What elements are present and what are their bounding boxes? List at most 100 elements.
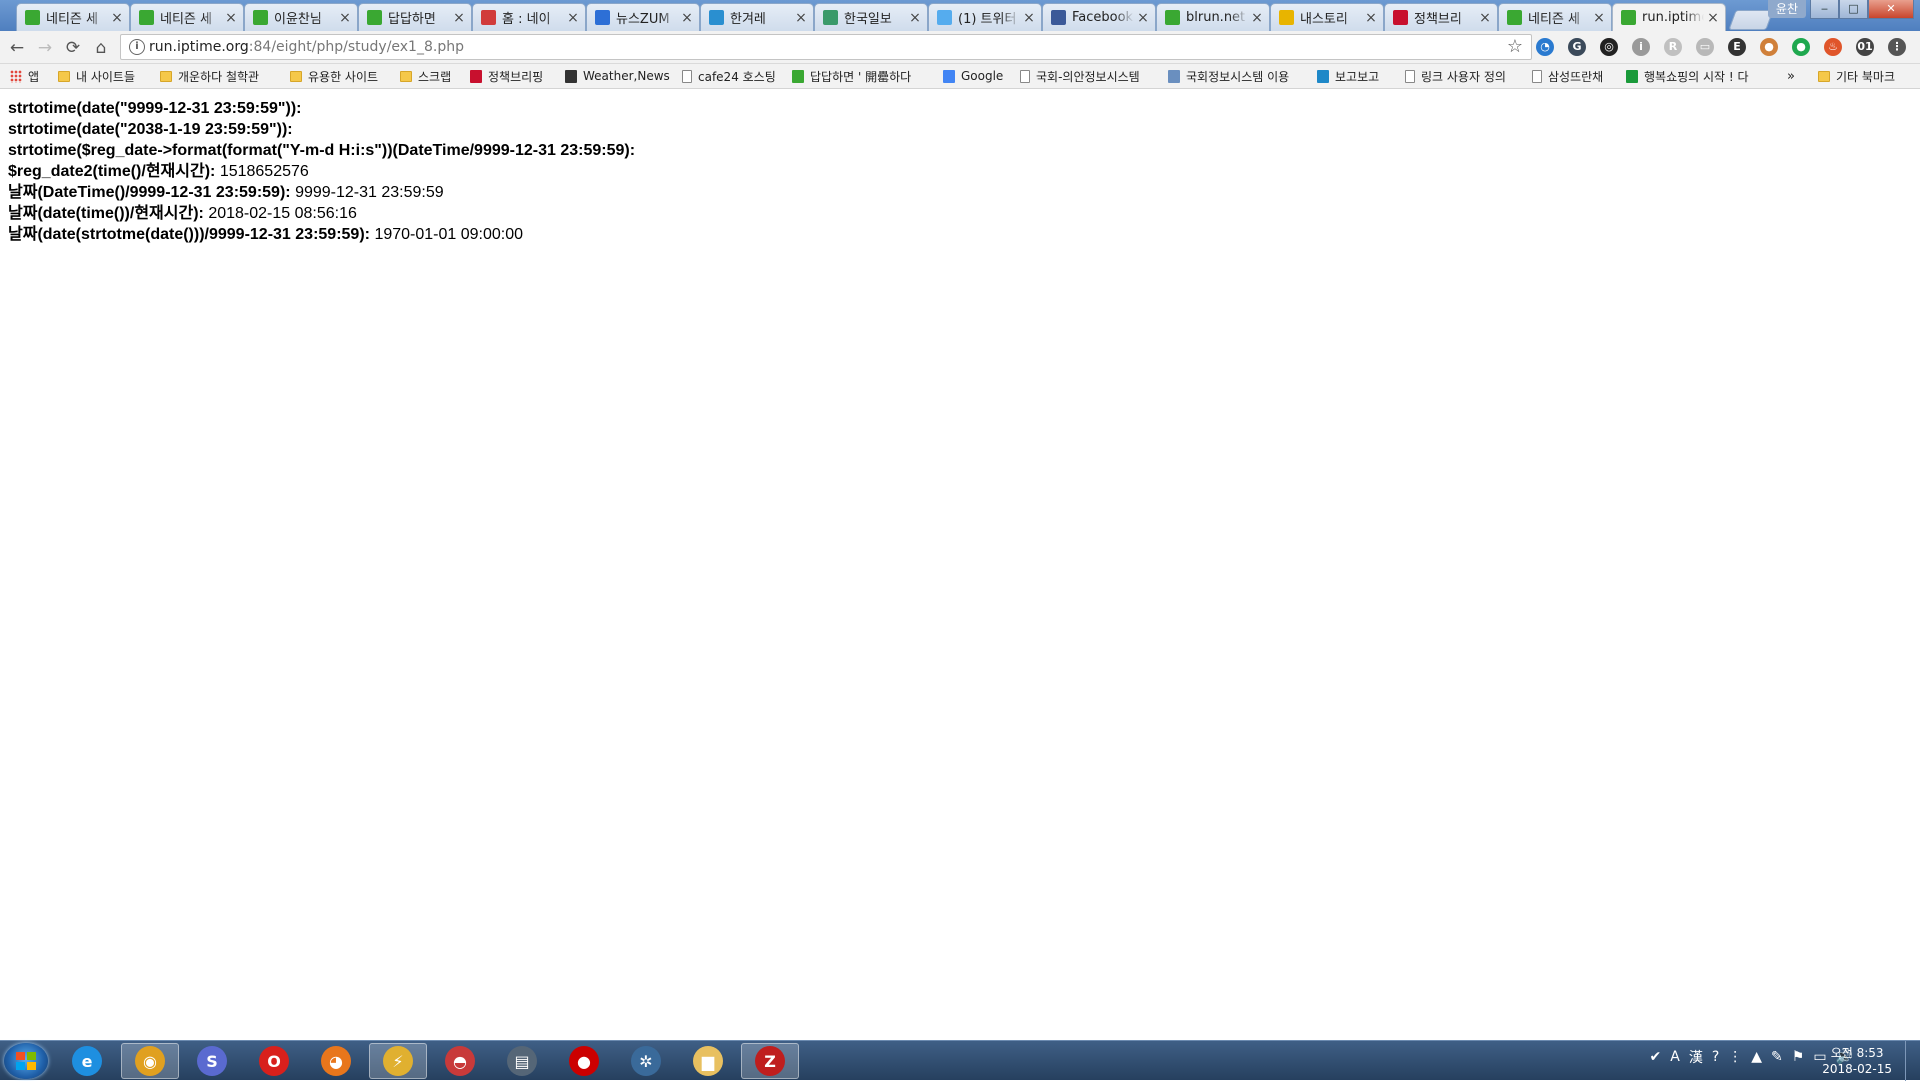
tab-10[interactable]: blrun.net × xyxy=(1156,3,1270,31)
evernote-icon[interactable]: E xyxy=(1728,38,1746,56)
bookmark-0[interactable]: 앱 xyxy=(10,68,39,84)
glasses-icon[interactable]: ◎ xyxy=(1600,38,1618,56)
tray-icon-0[interactable]: ✔ xyxy=(1650,1049,1662,1065)
bookmark-11[interactable]: 국회정보시스템 이용 xyxy=(1168,68,1289,84)
bookmark-8[interactable]: 답답하면 ' 開罍하다 xyxy=(792,68,911,84)
taskbar-app-0[interactable]: e xyxy=(58,1043,116,1079)
tab-9[interactable]: Facebook × xyxy=(1042,3,1156,31)
clock[interactable]: 오전 8:53 2018-02-15 xyxy=(1822,1045,1892,1077)
tab-close-icon[interactable]: × xyxy=(567,10,579,26)
bookmark-15[interactable]: 행복쇼핑의 시작 ! 다 xyxy=(1626,68,1749,84)
address-bar[interactable]: i run.iptime.org:84/eight/php/study/ex1_… xyxy=(120,34,1532,60)
taskbar-app-6[interactable]: ◓ xyxy=(431,1043,489,1079)
taskbar-app-4[interactable]: ◕ xyxy=(307,1043,365,1079)
tray-icon-3[interactable]: ? xyxy=(1712,1049,1719,1065)
tab-3[interactable]: 답답하면 × xyxy=(358,3,472,31)
tab-close-icon[interactable]: × xyxy=(339,10,351,26)
start-button[interactable] xyxy=(4,1043,48,1079)
tab-14[interactable]: run.iptime × xyxy=(1612,3,1726,31)
reload-button[interactable]: ⟳ xyxy=(62,37,84,59)
orange-ext-icon[interactable]: ♨ xyxy=(1824,38,1842,56)
bookmark-1[interactable]: 내 사이트들 xyxy=(58,68,135,84)
taskbar-app-7[interactable]: ▤ xyxy=(493,1043,551,1079)
back-button[interactable]: ← xyxy=(6,37,28,59)
taskbar-app-2[interactable]: S xyxy=(183,1043,241,1079)
tab-01-icon[interactable]: 01 xyxy=(1856,38,1874,56)
taskbar-app-8[interactable]: ● xyxy=(555,1043,613,1079)
close-window-button[interactable]: ✕ xyxy=(1868,0,1914,19)
bookmark-9[interactable]: Google xyxy=(943,68,1003,84)
tab-8[interactable]: (1) 트위터 × xyxy=(928,3,1042,31)
bookmark-14[interactable]: 삼성뜨란채 xyxy=(1532,68,1603,84)
tab-close-icon[interactable]: × xyxy=(225,10,237,26)
tray-icon-2[interactable]: 漢 xyxy=(1689,1047,1703,1067)
tab-close-icon[interactable]: × xyxy=(1479,10,1491,26)
show-desktop-button[interactable] xyxy=(1905,1041,1920,1081)
tray-icon-4[interactable]: ⋮ xyxy=(1728,1049,1742,1065)
taskbar-app-1[interactable]: ◉ xyxy=(121,1043,179,1079)
green-dot-icon[interactable]: ● xyxy=(1792,38,1810,56)
speed-dial-icon[interactable]: ◔ xyxy=(1536,38,1554,56)
tab-close-icon[interactable]: × xyxy=(453,10,465,26)
taskbar-app-10[interactable]: ▆ xyxy=(679,1043,737,1079)
cookie-icon[interactable]: ● xyxy=(1760,38,1778,56)
tab-6[interactable]: 한겨레 × xyxy=(700,3,814,31)
other-bookmarks-folder[interactable]: 기타 북마크 xyxy=(1818,68,1895,84)
bookmark-3[interactable]: 유용한 사이트 xyxy=(290,68,378,84)
bookmark-6[interactable]: Weather,News xyxy=(565,68,670,84)
tab-close-icon[interactable]: × xyxy=(1707,10,1719,26)
tab-close-icon[interactable]: × xyxy=(681,10,693,26)
taskbar-app-9[interactable]: ✲ xyxy=(617,1043,675,1079)
tray-icon-7[interactable]: ⚑ xyxy=(1792,1049,1805,1065)
tab-12[interactable]: 정책브리 × xyxy=(1384,3,1498,31)
tab-2[interactable]: 이윤찬님 × xyxy=(244,3,358,31)
pokeball-icon: ◓ xyxy=(445,1046,475,1076)
tab-close-icon[interactable]: × xyxy=(795,10,807,26)
forward-button[interactable]: → xyxy=(34,37,56,59)
tab-0[interactable]: 네티즌 세 × xyxy=(16,3,130,31)
tab-5[interactable]: 뉴스ZUM × xyxy=(586,3,700,31)
tab-4[interactable]: 홈 : 네이 × xyxy=(472,3,586,31)
home-button[interactable]: ⌂ xyxy=(90,37,112,59)
site-favicon-icon xyxy=(1626,69,1638,83)
tab-close-icon[interactable]: × xyxy=(1365,10,1377,26)
ghostery-icon[interactable]: G xyxy=(1568,38,1586,56)
bookmark-7[interactable]: cafe24 호스팅 xyxy=(682,68,776,84)
bookmark-4[interactable]: 스크랩 xyxy=(400,68,451,84)
bookmark-label: 국회정보시스템 이용 xyxy=(1186,69,1290,84)
new-tab-button[interactable] xyxy=(1728,10,1774,30)
bookmark-star-icon[interactable]: ☆ xyxy=(1507,36,1523,57)
minimize-button[interactable]: ‒ xyxy=(1810,0,1839,19)
profile-button[interactable]: 윤찬 xyxy=(1767,0,1806,18)
bookmark-12[interactable]: 보고보고 xyxy=(1317,68,1379,84)
info-icon[interactable]: i xyxy=(1632,38,1650,56)
bookmarks-overflow-button[interactable]: » xyxy=(1787,68,1795,84)
tab-title: 한국일보 xyxy=(844,12,892,27)
menu-icon[interactable]: ⋮ xyxy=(1888,38,1906,56)
bookmark-5[interactable]: 정책브리핑 xyxy=(470,68,543,84)
tab-close-icon[interactable]: × xyxy=(1137,10,1149,26)
tab-close-icon[interactable]: × xyxy=(1251,10,1263,26)
gray-ext-icon[interactable]: ▭ xyxy=(1696,38,1714,56)
rss-icon[interactable]: R xyxy=(1664,38,1682,56)
bookmark-13[interactable]: 링크 사용자 정의 xyxy=(1405,68,1506,84)
tray-icon-5[interactable]: ▲ xyxy=(1751,1049,1762,1065)
tray-icon-1[interactable]: A xyxy=(1670,1049,1680,1065)
tab-13[interactable]: 네티즌 세 × xyxy=(1498,3,1612,31)
tab-close-icon[interactable]: × xyxy=(1023,10,1035,26)
maximize-button[interactable]: □ xyxy=(1839,0,1868,19)
url-text[interactable]: run.iptime.org:84/eight/php/study/ex1_8.… xyxy=(149,39,464,55)
taskbar-app-11[interactable]: Z xyxy=(741,1043,799,1079)
tab-close-icon[interactable]: × xyxy=(111,10,123,26)
tab-11[interactable]: 내스토리 × xyxy=(1270,3,1384,31)
bookmark-2[interactable]: 개운하다 철학관 xyxy=(160,68,259,84)
tab-1[interactable]: 네티즌 세 × xyxy=(130,3,244,31)
bookmark-10[interactable]: 국회-의안정보시스템 xyxy=(1020,68,1140,84)
taskbar-app-3[interactable]: O xyxy=(245,1043,303,1079)
tray-icon-6[interactable]: ✎ xyxy=(1771,1049,1783,1065)
tab-close-icon[interactable]: × xyxy=(909,10,921,26)
tab-7[interactable]: 한국일보 × xyxy=(814,3,928,31)
taskbar-app-5[interactable]: ⚡ xyxy=(369,1043,427,1079)
tab-close-icon[interactable]: × xyxy=(1593,10,1605,26)
site-info-icon[interactable]: i xyxy=(129,39,145,55)
